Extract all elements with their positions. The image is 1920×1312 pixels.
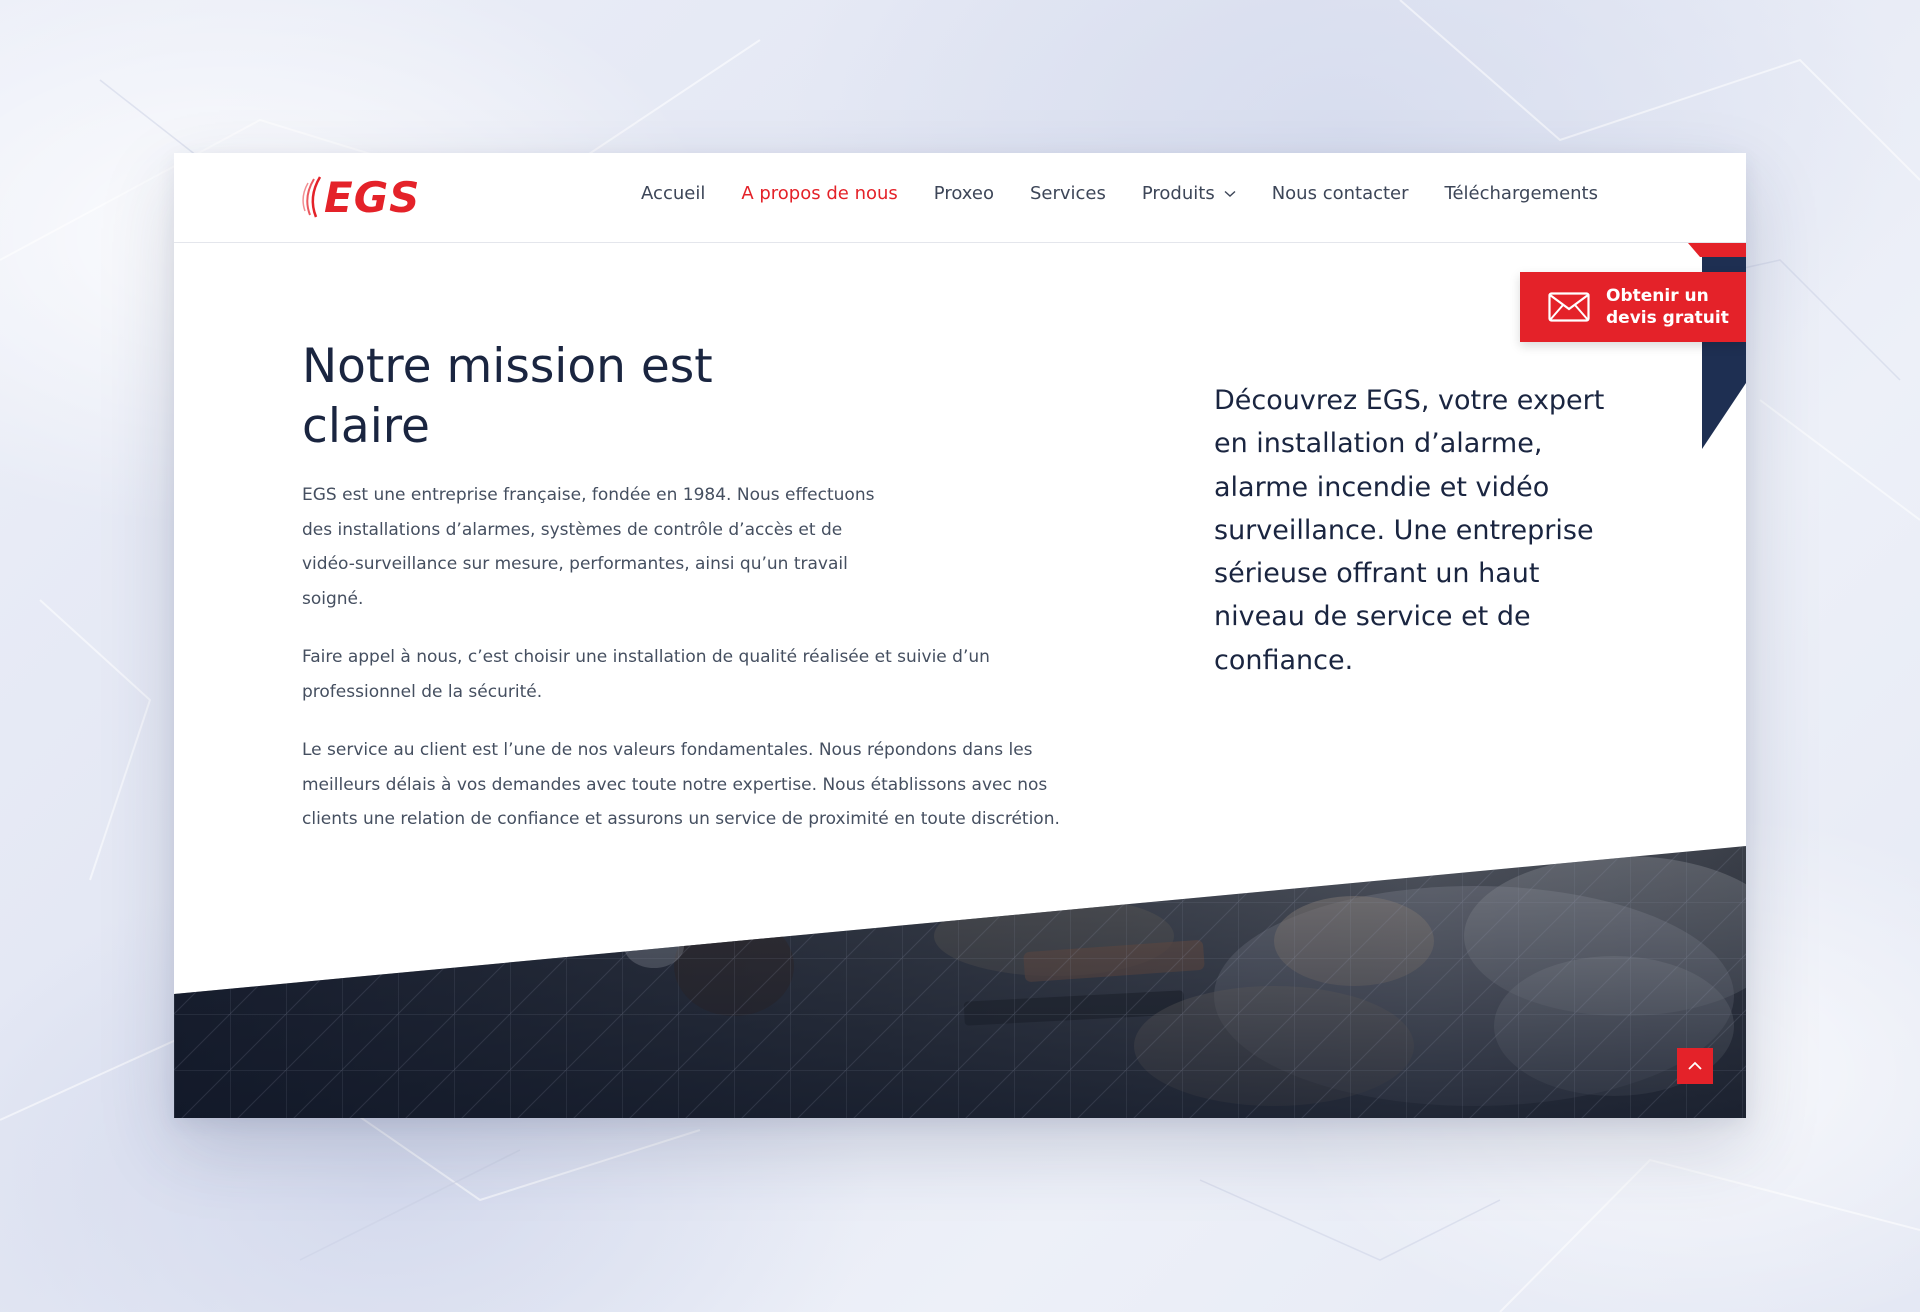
nav-item-services[interactable]: Services <box>1030 183 1106 204</box>
nav-item-telechargements[interactable]: Téléchargements <box>1445 183 1598 204</box>
hero-image-band <box>174 846 1746 1118</box>
envelope-icon <box>1548 292 1590 322</box>
site-header: EGS Accueil A propos de nous Proxeo Serv… <box>174 153 1746 243</box>
main-nav: Accueil A propos de nous Proxeo Services… <box>605 183 1598 204</box>
get-quote-button[interactable]: Obtenir un devis gratuit <box>1520 272 1746 342</box>
nav-item-proxeo[interactable]: Proxeo <box>934 183 994 204</box>
section-heading: Notre mission est claire <box>302 339 713 454</box>
mission-paragraph: Faire appel à nous, c’est choisir une in… <box>302 647 990 702</box>
chevron-down-icon <box>1224 190 1236 197</box>
get-quote-label: Obtenir un devis gratuit <box>1606 286 1729 328</box>
nav-item-nous-contacter[interactable]: Nous contacter <box>1272 183 1409 204</box>
nav-item-a-propos[interactable]: A propos de nous <box>741 183 897 204</box>
mission-paragraph: EGS est une entreprise française, fondée… <box>302 485 875 609</box>
website-window: EGS Accueil A propos de nous Proxeo Serv… <box>174 153 1746 1118</box>
nav-item-produits[interactable]: Produits <box>1142 183 1236 204</box>
egs-logo[interactable]: EGS <box>302 172 421 222</box>
mission-text: EGS est une entreprise française, fondée… <box>302 478 1072 861</box>
logo-swoosh-icon <box>302 176 322 218</box>
chevron-up-icon <box>1688 1061 1702 1070</box>
nav-item-accueil[interactable]: Accueil <box>641 183 705 204</box>
lead-text: Découvrez EGS, votre expert en installat… <box>1214 385 1605 676</box>
mission-paragraph: Le service au client est l’une de nos va… <box>302 740 1060 829</box>
logo-text: EGS <box>324 172 421 222</box>
scroll-to-top-button[interactable] <box>1677 1048 1713 1084</box>
nav-item-produits-label: Produits <box>1141 183 1215 204</box>
